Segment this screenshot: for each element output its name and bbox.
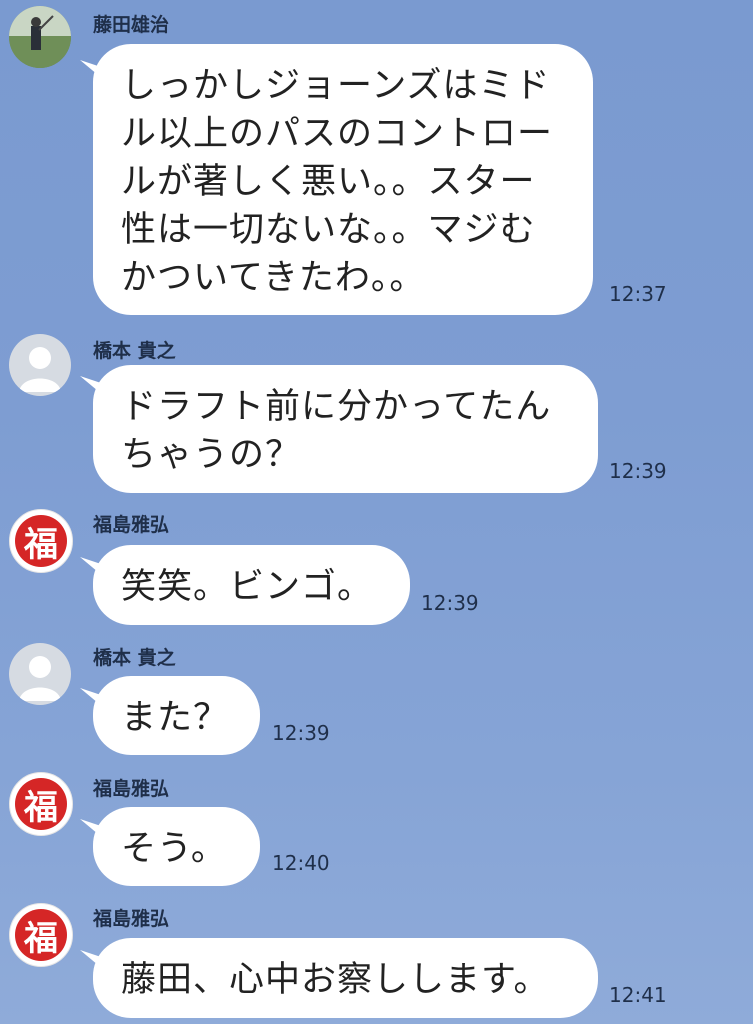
golfer-photo-icon xyxy=(9,6,71,68)
message-line: 性は一切ないな。。マジむ xyxy=(121,210,536,250)
message-time: 12:39 xyxy=(272,721,330,745)
message-line: また？ xyxy=(121,698,230,738)
message-line: ルが著しく悪い。。スター xyxy=(121,162,536,202)
message-bubble[interactable]: 笑笑。ビンゴ。 xyxy=(93,545,410,625)
message-bubble[interactable]: しっかしジョーンズはミド ル以上のパスのコントロー ルが著しく悪い。。スター 性… xyxy=(93,44,593,315)
sender-name: 福島雅弘 xyxy=(93,778,170,800)
message-line: ル以上のパスのコントロー xyxy=(121,114,554,154)
sender-avatar[interactable] xyxy=(9,6,71,68)
sender-name: 藤田雄治 xyxy=(93,14,170,36)
sender-avatar[interactable] xyxy=(9,643,71,705)
chat-area: 藤田雄治 しっかしジョーンズはミド ル以上のパスのコントロー ルが著しく悪い。。… xyxy=(0,0,753,1024)
sender-avatar[interactable] xyxy=(9,334,71,396)
message-time: 12:37 xyxy=(609,282,667,306)
message-bubble[interactable]: また？ xyxy=(93,676,260,755)
message-line: しっかしジョーンズはミド xyxy=(121,66,551,106)
message-line: 藤田、心中お察しします。 xyxy=(121,960,550,1000)
fuku-logo-icon: 福 xyxy=(15,909,67,961)
message-time: 12:41 xyxy=(609,983,667,1007)
message-bubble[interactable]: そう。 xyxy=(93,807,260,886)
sender-avatar[interactable]: 福 xyxy=(9,772,73,836)
message-line: そう。 xyxy=(121,829,227,869)
sender-name: 福島雅弘 xyxy=(93,908,170,930)
sender-avatar[interactable]: 福 xyxy=(9,509,73,573)
message-bubble[interactable]: 藤田、心中お察しします。 xyxy=(93,938,598,1018)
message-line: ドラフト前に分かってたん xyxy=(121,387,552,427)
message-time: 12:39 xyxy=(421,591,479,615)
default-user-icon xyxy=(19,347,61,392)
message-time: 12:39 xyxy=(609,459,667,483)
sender-name: 福島雅弘 xyxy=(93,514,170,536)
sender-avatar[interactable]: 福 xyxy=(9,903,73,967)
message-line: かついてきたわ。。 xyxy=(121,258,426,298)
default-user-icon xyxy=(19,656,61,701)
sender-name: 橋本 貴之 xyxy=(93,340,176,362)
message-bubble[interactable]: ドラフト前に分かってたん ちゃうの？ xyxy=(93,365,598,493)
fuku-logo-icon: 福 xyxy=(15,515,67,567)
fuku-logo-icon: 福 xyxy=(15,778,67,830)
sender-name: 橋本 貴之 xyxy=(93,647,176,669)
message-line: 笑笑。ビンゴ。 xyxy=(121,567,374,607)
message-time: 12:40 xyxy=(272,851,330,875)
message-line: ちゃうの？ xyxy=(121,435,302,475)
